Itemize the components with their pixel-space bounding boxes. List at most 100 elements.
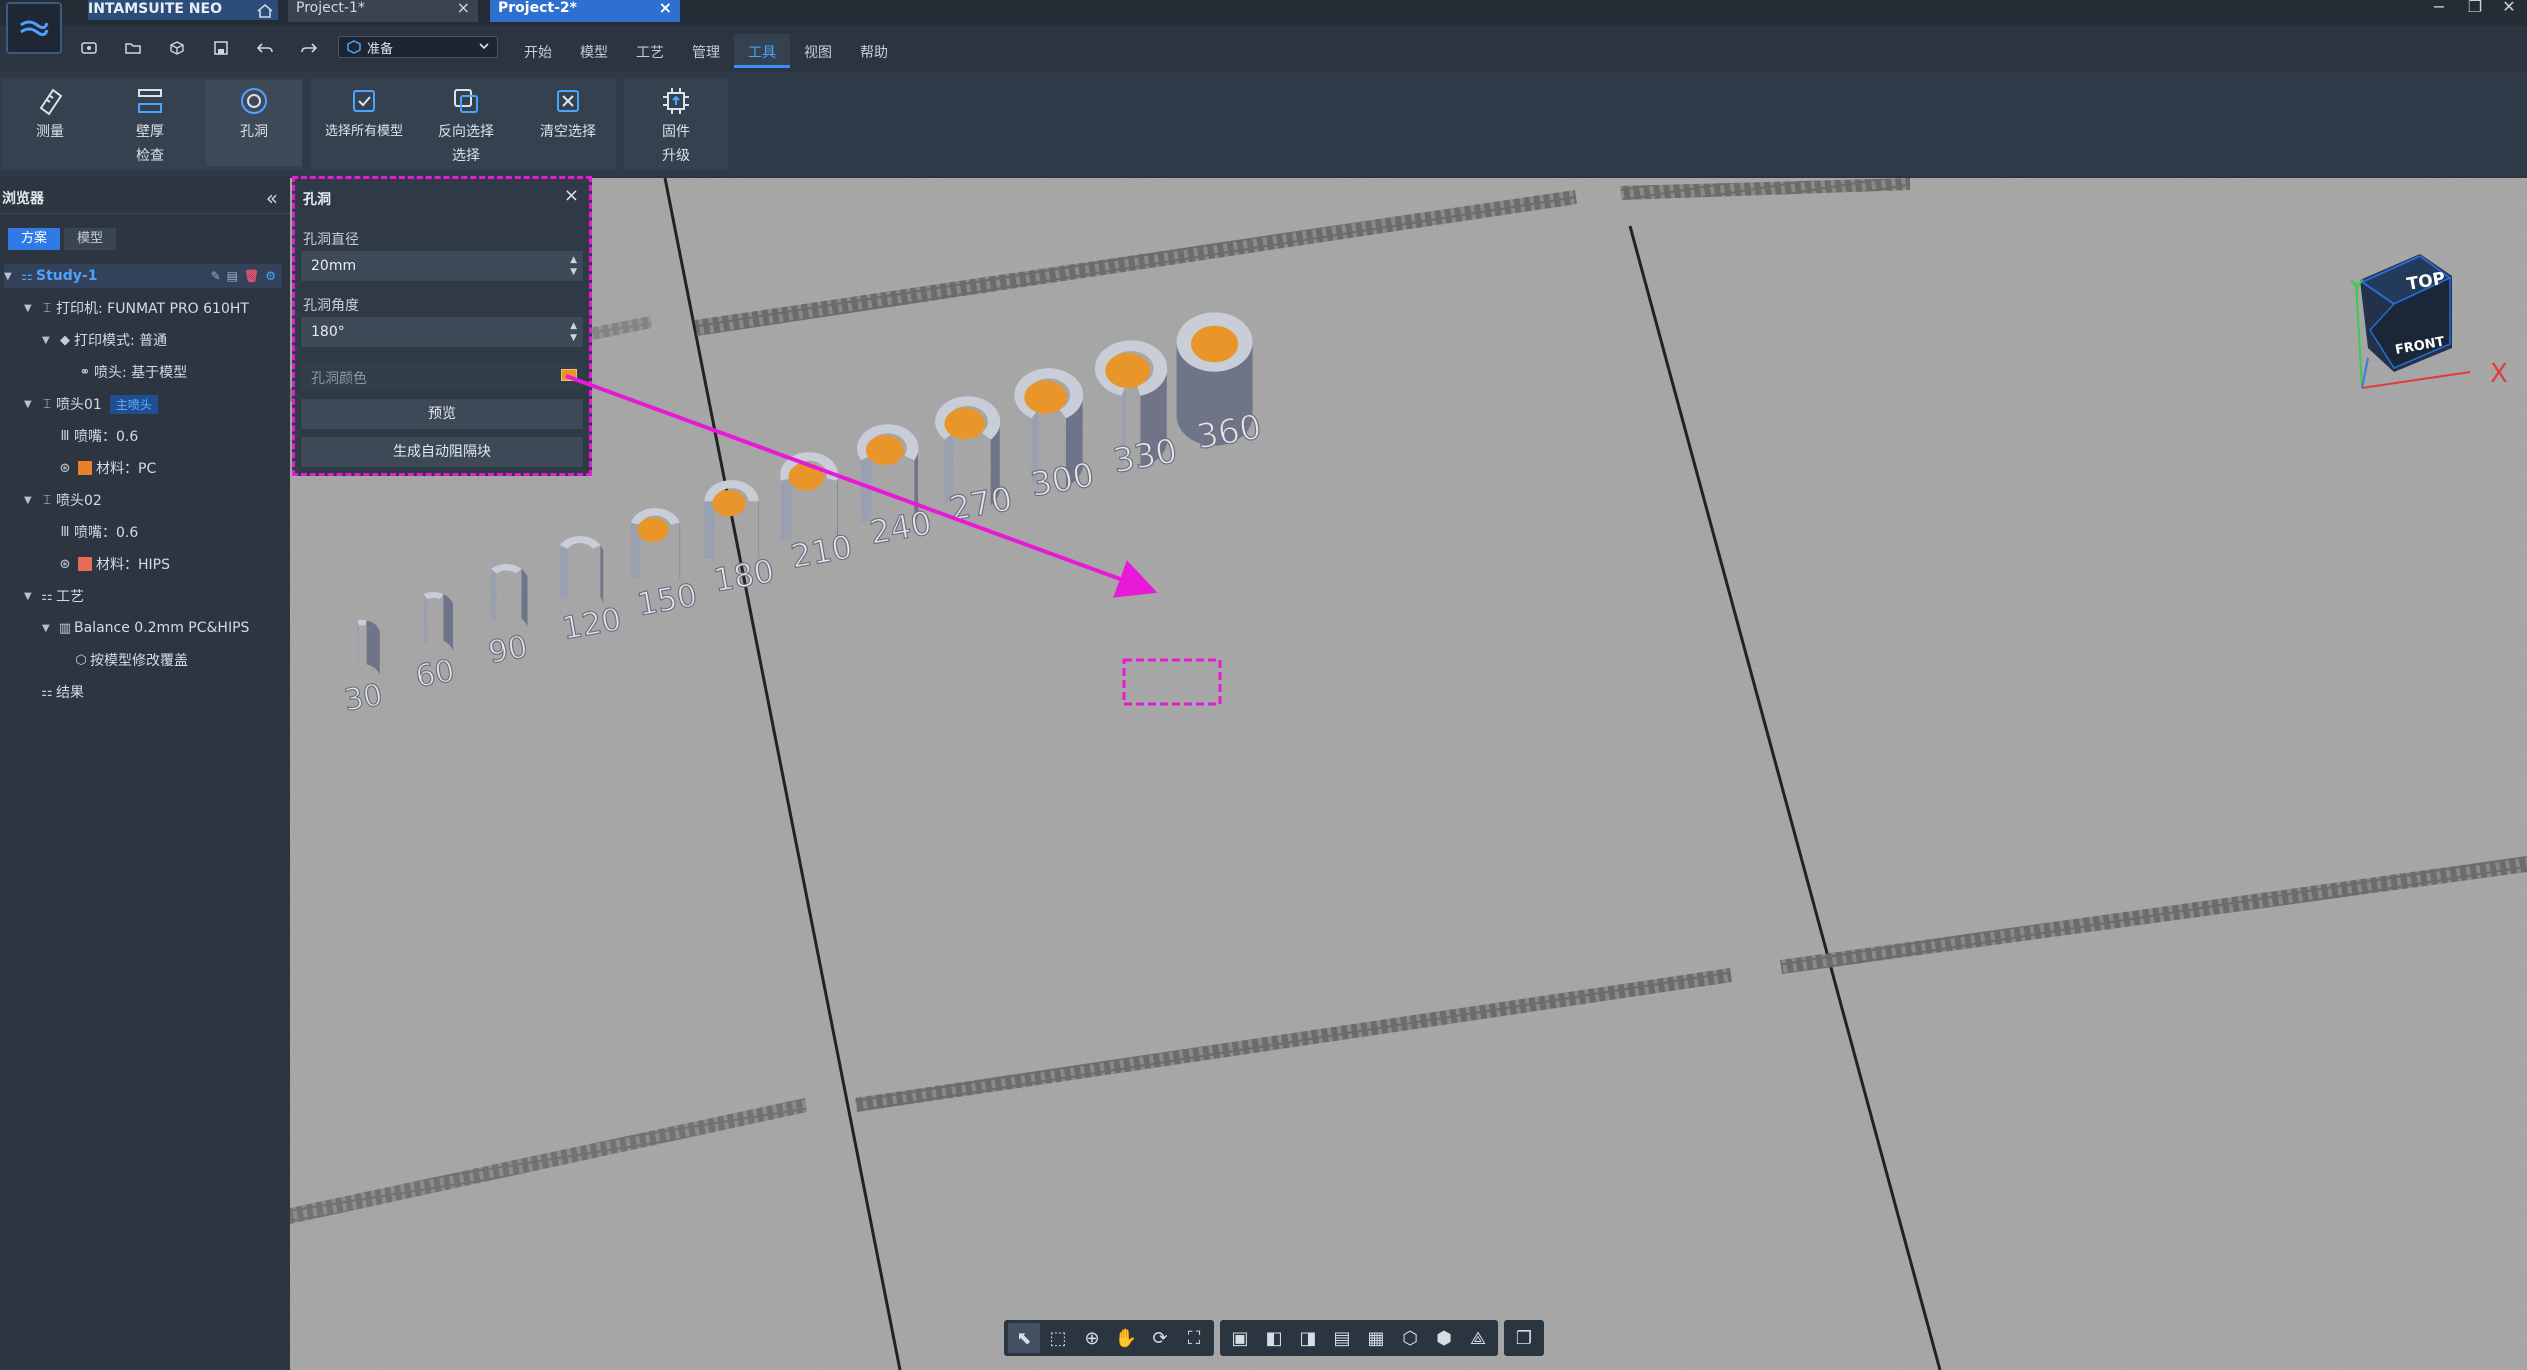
redo-button[interactable] bbox=[290, 35, 328, 61]
view-back-button[interactable]: ▦ bbox=[1360, 1323, 1392, 1353]
close-icon[interactable]: × bbox=[457, 0, 470, 16]
new-file-button[interactable] bbox=[70, 35, 108, 61]
hole-button[interactable]: 孔洞 bbox=[206, 80, 302, 166]
tree-item-override[interactable]: ⬡ 按模型修改覆盖 bbox=[72, 648, 188, 672]
tree-item-process[interactable]: ▼ ⚏ 工艺 bbox=[24, 584, 84, 608]
tab-scheme[interactable]: 方案 bbox=[8, 228, 60, 250]
hole-specimen[interactable]: 330 bbox=[1094, 340, 1181, 481]
copy-icon[interactable]: ▤ bbox=[227, 269, 238, 283]
view-iso2-button[interactable]: ⬢ bbox=[1428, 1323, 1460, 1353]
view-left-button[interactable]: ◧ bbox=[1258, 1323, 1290, 1353]
expand-icon[interactable]: ▼ bbox=[24, 591, 38, 602]
hole-specimen[interactable]: 240 bbox=[857, 424, 935, 553]
expand-icon[interactable]: ▼ bbox=[4, 271, 18, 282]
view-right-button[interactable]: ◨ bbox=[1292, 1323, 1324, 1353]
hole-color-picker[interactable] bbox=[561, 369, 577, 381]
tree-item-result[interactable]: ⚏ 结果 bbox=[38, 680, 84, 704]
hole-specimen[interactable]: 360 bbox=[1176, 312, 1265, 458]
hole-specimen[interactable]: 210 bbox=[780, 452, 856, 576]
hole-specimen[interactable]: 180 bbox=[704, 480, 778, 600]
minimize-button[interactable]: − bbox=[2424, 0, 2454, 20]
tree-item-head1-nozzle[interactable]: Ⅲ 喷嘴：0.6 bbox=[56, 424, 139, 448]
edit-icon[interactable]: ✎ bbox=[211, 269, 221, 283]
hole-specimen[interactable]: 150 bbox=[630, 508, 701, 624]
zoom-window-button[interactable]: ⬚ bbox=[1042, 1323, 1074, 1353]
view-iso-icon: ⬡ bbox=[1402, 1327, 1418, 1349]
expand-icon[interactable]: ▼ bbox=[24, 399, 38, 410]
display-mode-button[interactable]: ❐ bbox=[1508, 1323, 1540, 1353]
home-icon bbox=[257, 3, 273, 18]
open-folder-button[interactable] bbox=[114, 35, 152, 61]
mode-select[interactable]: 准备 bbox=[338, 36, 498, 58]
save-button[interactable] bbox=[202, 35, 240, 61]
spinner-icon[interactable]: ▲ ▼ bbox=[570, 254, 577, 278]
tab-model[interactable]: 模型 bbox=[64, 228, 116, 250]
menu-view[interactable]: 视图 bbox=[790, 34, 846, 68]
tree-item-study[interactable]: ▼ ⚏ Study-1 ✎ ▤ 🗑 ⚙ bbox=[4, 264, 282, 288]
home-button[interactable] bbox=[250, 0, 280, 22]
tab-project-1[interactable]: Project-1* × bbox=[288, 0, 478, 22]
hole-specimen[interactable]: 60 bbox=[412, 591, 458, 695]
view-bottom-button[interactable]: ▤ bbox=[1326, 1323, 1358, 1353]
tree-item-profile[interactable]: ▼ ▥ Balance 0.2mm PC&HIPS bbox=[42, 616, 249, 640]
tree-item-printer[interactable]: ▼ ⌶ 打印机: FUNMAT PRO 610HT bbox=[24, 296, 249, 320]
measure-button[interactable]: 测量 bbox=[2, 80, 98, 166]
clear-selection-button[interactable]: 清空选择 bbox=[520, 80, 616, 166]
menu-start[interactable]: 开始 bbox=[510, 34, 566, 68]
menu-help[interactable]: 帮助 bbox=[846, 34, 902, 68]
view-iso-button[interactable]: ⬡ bbox=[1394, 1323, 1426, 1353]
firmware-upgrade-icon bbox=[663, 88, 689, 114]
settings-icon[interactable]: ⚙ bbox=[265, 269, 276, 283]
select-button[interactable]: ⬉ bbox=[1008, 1323, 1040, 1353]
app-logo[interactable] bbox=[6, 2, 62, 54]
hole-diameter-input[interactable]: 20mm ▲ ▼ bbox=[301, 251, 583, 281]
tree-item-head2[interactable]: ▼ ⌶ 喷头02 bbox=[24, 488, 102, 512]
expand-icon[interactable]: ▼ bbox=[24, 303, 38, 314]
tab-project-2[interactable]: Project-2* × bbox=[490, 0, 680, 22]
hole-specimen[interactable]: 270 bbox=[935, 396, 1016, 529]
specimen-top bbox=[559, 536, 601, 549]
tree-item-nozzle-head[interactable]: ⚭ 喷头: 基于模型 bbox=[76, 360, 188, 384]
zoom-button[interactable]: ⊕ bbox=[1076, 1323, 1108, 1353]
generate-barrier-button[interactable]: 生成自动阻隔块 bbox=[301, 437, 583, 467]
wall-thickness-button[interactable]: 壁厚 检查 bbox=[102, 80, 198, 166]
tree-item-head1-material[interactable]: ⊛ 材料：PC bbox=[56, 456, 157, 480]
hole-angle-input[interactable]: 180° ▲ ▼ bbox=[301, 317, 583, 347]
maximize-button[interactable]: ❐ bbox=[2460, 0, 2490, 20]
import-model-button[interactable] bbox=[158, 35, 196, 61]
tree-item-print-mode[interactable]: ▼ ◆ 打印模式: 普通 bbox=[42, 328, 167, 352]
tree-item-label: 喷嘴：0.6 bbox=[74, 429, 139, 445]
close-icon[interactable]: × bbox=[659, 0, 672, 16]
expand-icon[interactable]: ▼ bbox=[42, 623, 56, 634]
hole-specimen[interactable]: 90 bbox=[485, 564, 531, 672]
menu-process[interactable]: 工艺 bbox=[622, 34, 678, 68]
expand-icon[interactable]: ▼ bbox=[24, 495, 38, 506]
tree-item-head1[interactable]: ▼ ⌶ 喷头01 主喷头 bbox=[24, 392, 158, 416]
hole-diameter-label: 孔洞直径 bbox=[303, 232, 359, 248]
view-perspective-button[interactable]: ⟁ bbox=[1462, 1323, 1494, 1353]
hole-specimen[interactable]: 300 bbox=[1014, 368, 1098, 505]
preview-button[interactable]: 预览 bbox=[301, 399, 583, 429]
undo-button[interactable] bbox=[246, 35, 284, 61]
view-back-icon: ▦ bbox=[1367, 1327, 1385, 1349]
firmware-upgrade-button[interactable]: 固件 升级 bbox=[628, 80, 724, 166]
expand-icon[interactable]: ▼ bbox=[42, 335, 56, 346]
menu-model[interactable]: 模型 bbox=[566, 34, 622, 68]
hole-specimen[interactable]: 120 bbox=[559, 536, 625, 648]
rotate-button[interactable]: ⟳ bbox=[1144, 1323, 1176, 1353]
view-front-button[interactable]: ▣ bbox=[1224, 1323, 1256, 1353]
invert-selection-button[interactable]: 反向选择 选择 bbox=[418, 80, 514, 166]
close-icon[interactable]: × bbox=[564, 185, 579, 206]
pan-button[interactable]: ✋ bbox=[1110, 1323, 1142, 1353]
menu-tools[interactable]: 工具 bbox=[734, 34, 790, 68]
tree-item-head2-nozzle[interactable]: Ⅲ 喷嘴：0.6 bbox=[56, 520, 139, 544]
fit-button[interactable]: ⛶ bbox=[1178, 1323, 1210, 1353]
hole-specimen[interactable]: 30 bbox=[341, 619, 386, 719]
close-window-button[interactable]: ✕ bbox=[2494, 0, 2524, 20]
delete-icon[interactable]: 🗑 bbox=[244, 269, 259, 283]
menu-manage[interactable]: 管理 bbox=[678, 34, 734, 68]
collapse-panel-icon[interactable]: « bbox=[266, 186, 278, 210]
select-all-button[interactable]: 选择所有模型 bbox=[316, 80, 412, 166]
spinner-icon[interactable]: ▲ ▼ bbox=[570, 320, 577, 344]
tree-item-head2-material[interactable]: ⊛ 材料：HIPS bbox=[56, 552, 170, 576]
